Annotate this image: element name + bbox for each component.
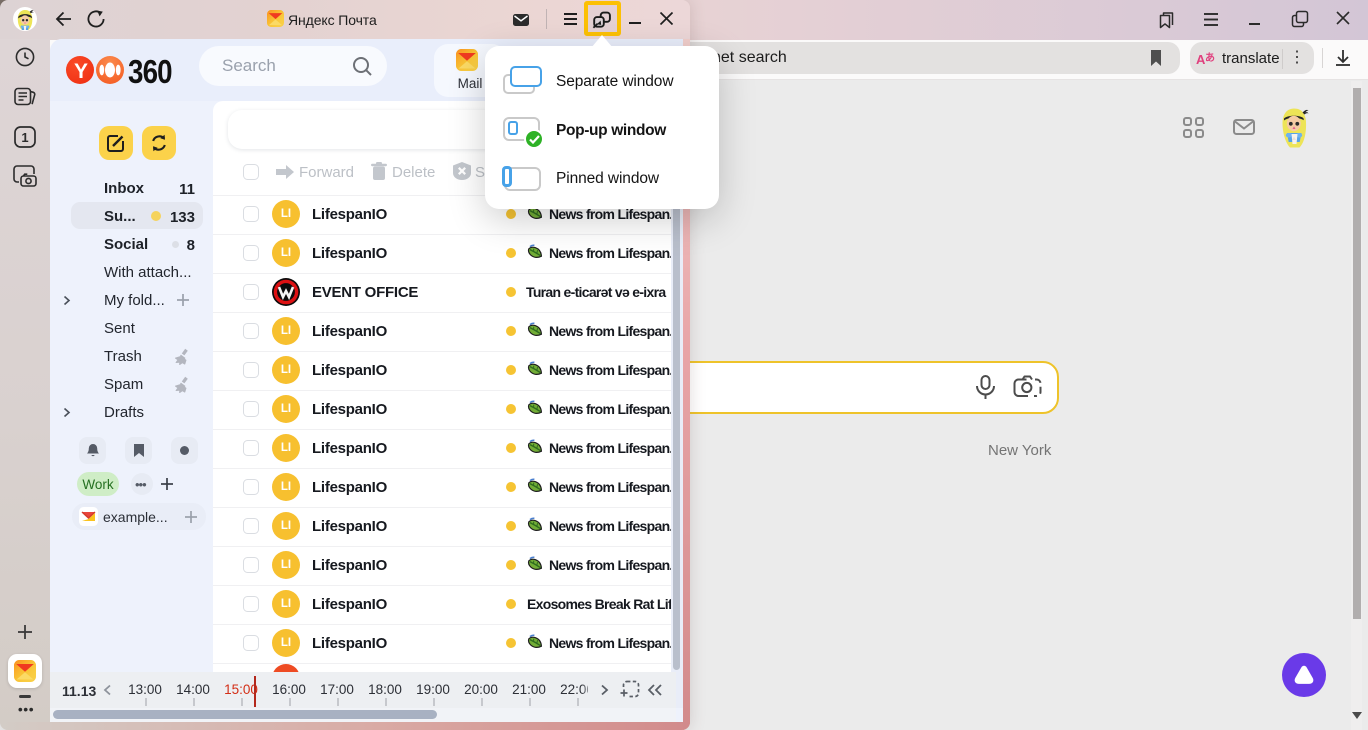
svg-text:あ: あ [1205, 51, 1215, 64]
